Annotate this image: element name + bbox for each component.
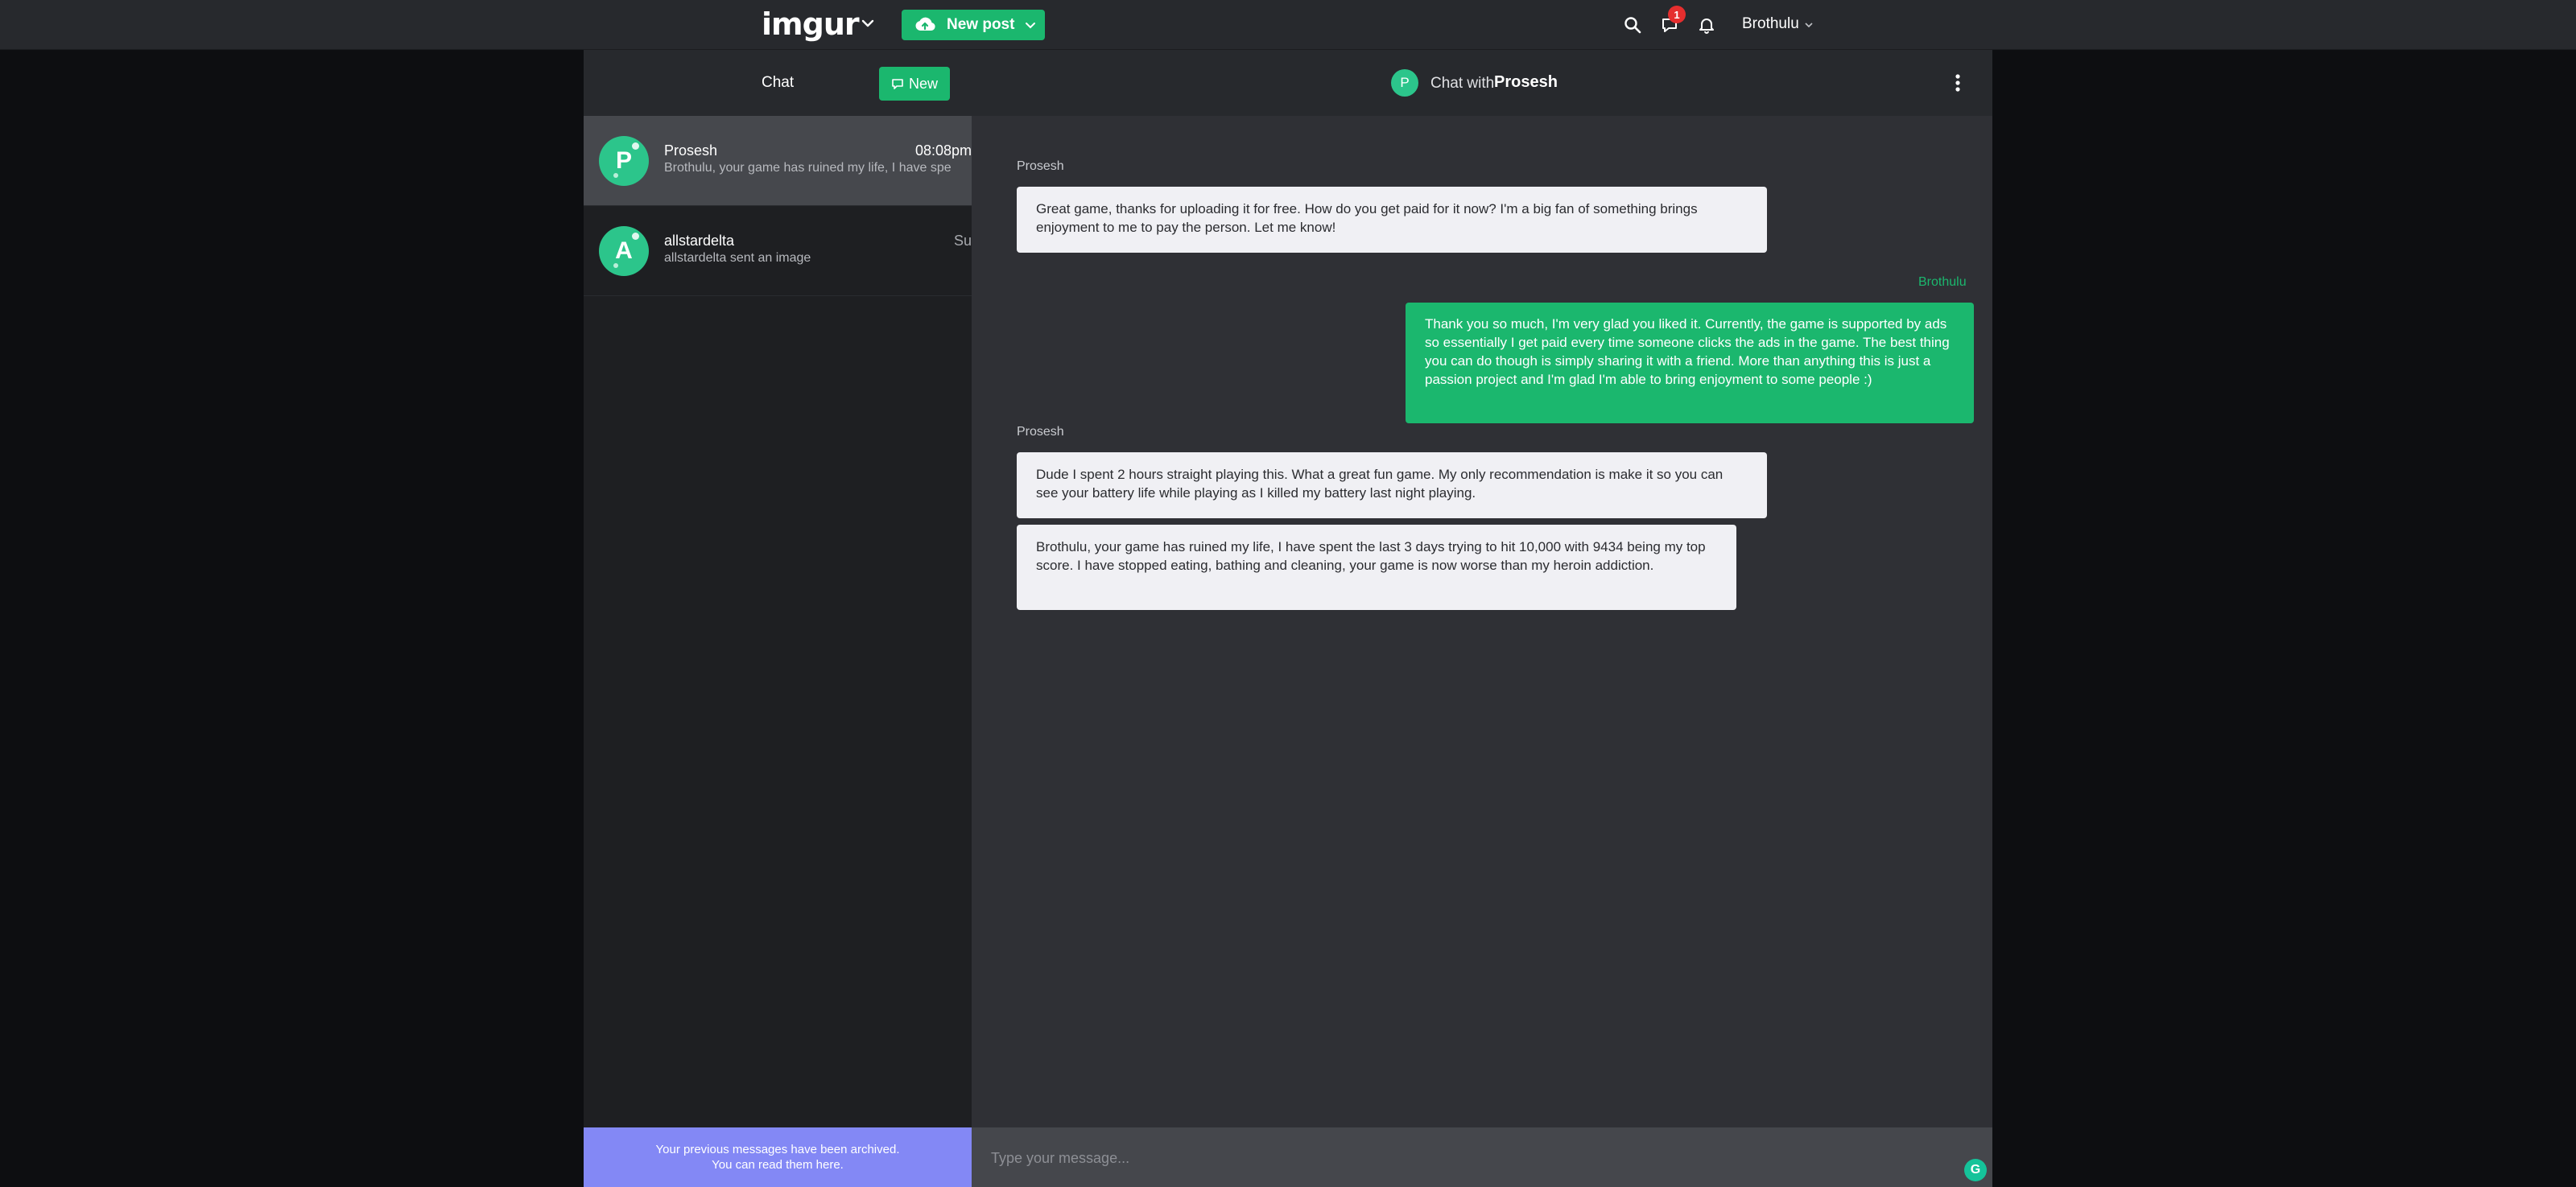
- imgur-logo[interactable]: imgur: [762, 6, 860, 42]
- conversation-item-prosesh[interactable]: P Prosesh 08:08pm Brothulu, your game ha…: [584, 116, 972, 206]
- archived-line-1: Your previous messages have been archive…: [655, 1143, 900, 1156]
- message-bubble: Great game, thanks for uploading it for …: [1017, 187, 1767, 253]
- kebab-menu-icon[interactable]: [1951, 71, 1965, 95]
- archived-messages-banner[interactable]: Your previous messages have been archive…: [584, 1127, 972, 1187]
- message-sender: Prosesh: [1017, 159, 1064, 173]
- avatar: P: [599, 136, 649, 186]
- top-navigation-bar: imgur New post 1 Brothulu: [0, 0, 2576, 50]
- message-composer: [972, 1127, 1992, 1187]
- avatar: A: [599, 226, 649, 276]
- message-sender: Brothulu: [1918, 275, 1967, 289]
- chat-partner-name: Prosesh: [1494, 73, 1558, 91]
- chevron-down-icon: [1026, 23, 1036, 29]
- user-menu[interactable]: Brothulu: [1742, 15, 1799, 33]
- archived-line-2[interactable]: You can read them here.: [584, 1157, 972, 1173]
- notification-badge: 1: [1668, 6, 1686, 23]
- message-bubble-own: Thank you so much, I'm very glad you lik…: [1406, 303, 1974, 423]
- chat-with-label: Chat with: [1430, 75, 1495, 92]
- grammarly-icon[interactable]: G: [1964, 1159, 1987, 1181]
- conversation-name: allstardelta: [664, 233, 735, 249]
- bell-icon[interactable]: [1694, 12, 1719, 38]
- message-sender: Prosesh: [1017, 425, 1064, 439]
- new-chat-button[interactable]: New: [879, 67, 950, 101]
- conversation-preview: allstardelta sent an image: [664, 251, 811, 265]
- conversation-time: 08:08pm: [914, 142, 972, 159]
- new-post-label: New post: [947, 16, 1015, 33]
- avatar-letter: P: [615, 147, 632, 174]
- cloud-upload-icon: [915, 17, 935, 31]
- sidebar-header: Chat New: [584, 50, 972, 116]
- conversation-time: Sur: [953, 233, 972, 249]
- message-bubble: Dude I spent 2 hours straight playing th…: [1017, 452, 1767, 518]
- avatar-letter: A: [615, 237, 633, 264]
- avatar: P: [1391, 69, 1418, 97]
- chat-bubble-icon: [892, 79, 903, 89]
- chat-pane: P Chat with Prosesh Prosesh Great game, …: [972, 50, 1992, 1187]
- message-input[interactable]: [989, 1144, 1939, 1173]
- message-bubble: Brothulu, your game has ruined my life, …: [1017, 525, 1736, 610]
- new-chat-label: New: [908, 75, 938, 92]
- conversation-item-allstardelta[interactable]: A allstardelta Sur allstardelta sent an …: [584, 206, 972, 296]
- sidebar-title: Chat: [762, 74, 795, 91]
- chevron-down-icon[interactable]: [1803, 19, 1814, 31]
- conversation-name: Prosesh: [664, 142, 718, 159]
- search-icon[interactable]: [1620, 12, 1645, 38]
- conversation-preview: Brothulu, your game has ruined my life, …: [664, 161, 952, 175]
- new-post-button[interactable]: New post: [902, 10, 1045, 40]
- conversation-sidebar: Chat New P Prosesh 08:08pm Brothulu, you…: [584, 50, 972, 1187]
- chat-header: P Chat with Prosesh: [972, 50, 1992, 116]
- chevron-down-icon[interactable]: [857, 11, 879, 35]
